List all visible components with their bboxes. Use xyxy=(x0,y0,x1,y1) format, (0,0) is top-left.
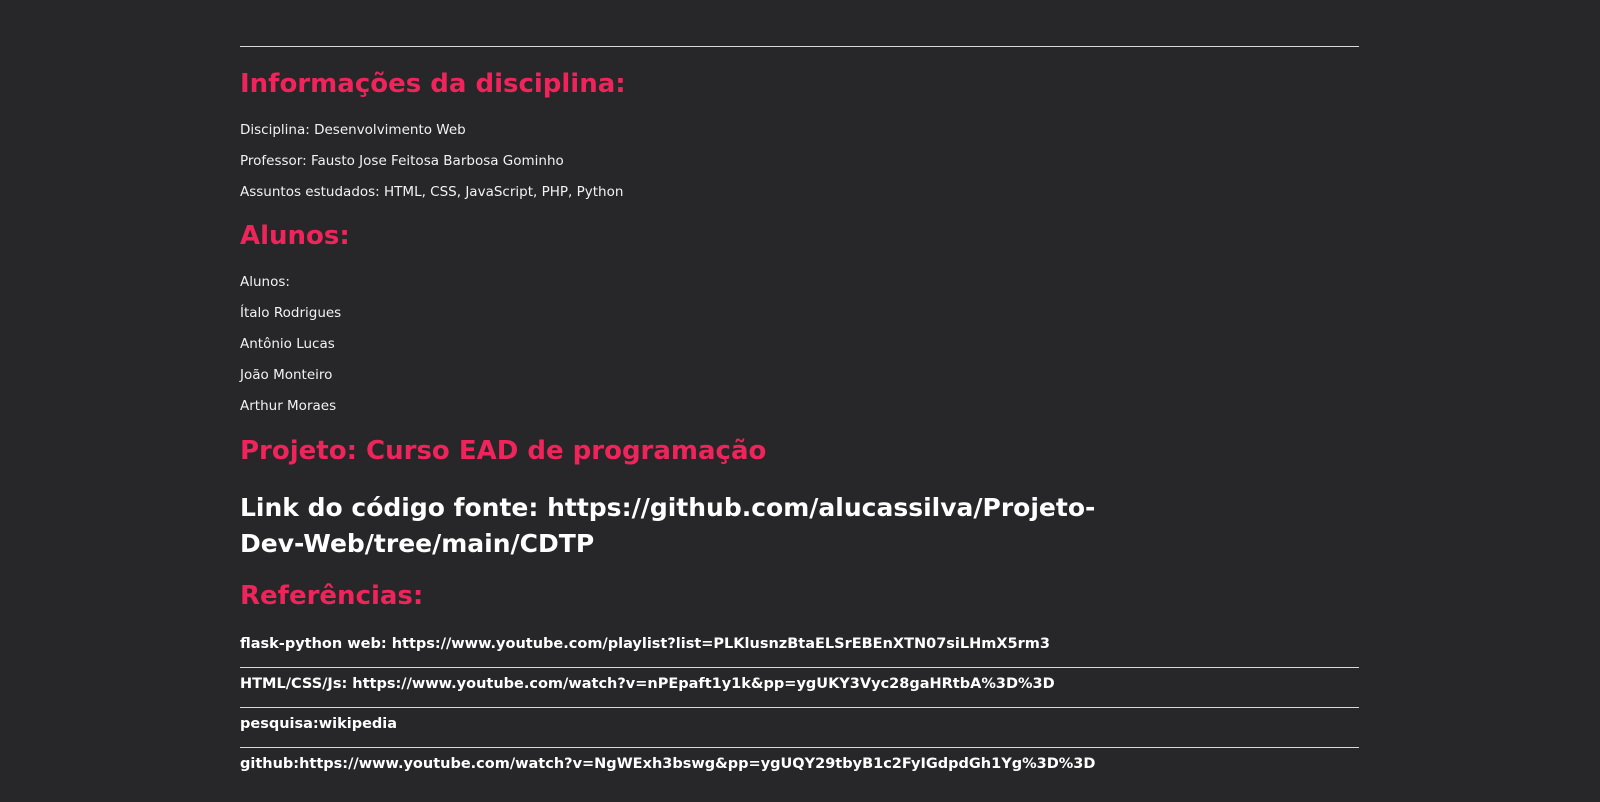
reference-item: github:https://www.youtube.com/watch?v=N… xyxy=(240,748,1359,787)
students-label: Alunos: xyxy=(240,274,290,290)
reference-link[interactable]: flask-python web: https://www.youtube.co… xyxy=(240,634,1050,654)
references-list: flask-python web: https://www.youtube.co… xyxy=(240,628,1359,787)
reference-item: flask-python web: https://www.youtube.co… xyxy=(240,628,1359,668)
info-heading: Informações da disciplina: xyxy=(240,69,626,99)
project-heading: Projeto: Curso EAD de programação xyxy=(240,436,767,466)
student-name: Antônio Lucas xyxy=(240,336,335,352)
page: Informações da disciplina: Disciplina: D… xyxy=(0,0,1600,802)
top-divider xyxy=(240,46,1359,47)
reference-link[interactable]: github:https://www.youtube.com/watch?v=N… xyxy=(240,754,1095,774)
references-heading: Referências: xyxy=(240,581,424,611)
reference-item: HTML/CSS/Js: https://www.youtube.com/wat… xyxy=(240,668,1359,708)
student-name: Arthur Moraes xyxy=(240,398,337,414)
professor-text: Professor: Fausto Jose Feitosa Barbosa G… xyxy=(240,153,564,169)
reference-link[interactable]: HTML/CSS/Js: https://www.youtube.com/wat… xyxy=(240,674,1055,694)
student-name: João Monteiro xyxy=(240,367,333,383)
reference-item: pesquisa:wikipedia xyxy=(240,708,1359,748)
source-code-link[interactable]: Link do código fonte: https://github.com… xyxy=(240,490,1140,562)
student-name: Ítalo Rodrigues xyxy=(240,305,342,321)
assuntos-text: Assuntos estudados: HTML, CSS, JavaScrip… xyxy=(240,184,624,200)
disciplina-text: Disciplina: Desenvolvimento Web xyxy=(240,122,466,138)
reference-link[interactable]: pesquisa:wikipedia xyxy=(240,714,397,734)
students-heading: Alunos: xyxy=(240,221,350,251)
